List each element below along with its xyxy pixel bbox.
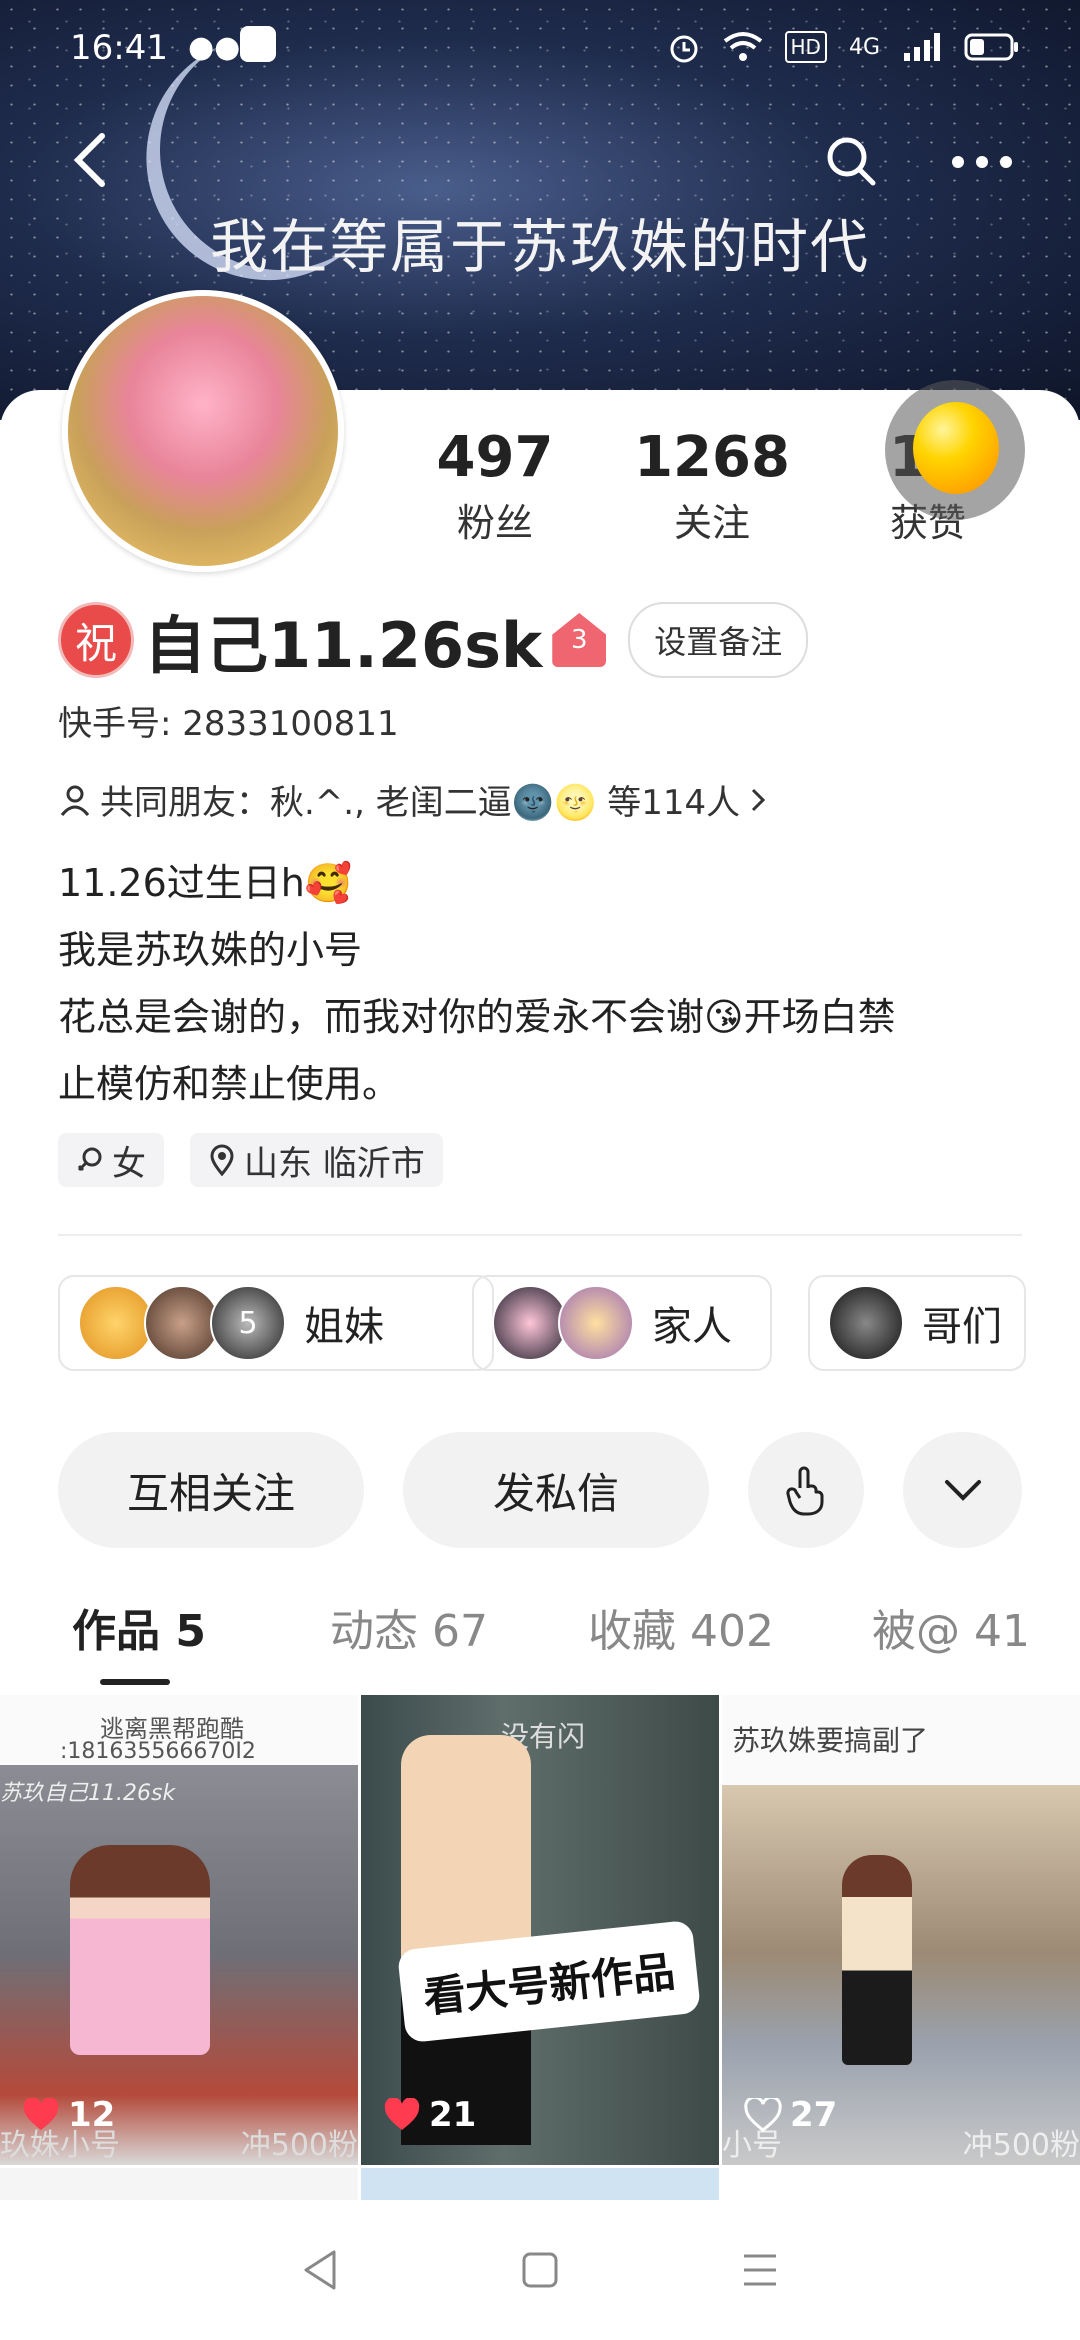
alarm-icon: [670, 35, 697, 63]
stat-followers[interactable]: 497 粉丝: [395, 425, 595, 547]
video-top-text: 苏玖姝要搞副了: [732, 1724, 929, 1757]
wechat-icon: ●●: [188, 30, 241, 65]
bio-line: 止模仿和禁止使用。: [58, 1062, 401, 1106]
stat-following[interactable]: 1268 关注: [612, 425, 812, 547]
chevron-right-icon: [752, 788, 766, 811]
bio: 11.26过生日h🥰 我是苏玖姝的小号 花总是会谢的，而我对你的爱永不会谢😘开场…: [58, 850, 1018, 1118]
group-label: 姐妹: [304, 1304, 384, 1350]
location-text: 山东 临沂市: [244, 1143, 425, 1184]
video-bottom-right: 冲500粉: [240, 2128, 358, 2163]
house-level-icon: 3: [552, 613, 607, 667]
heart-filled-icon: [23, 2098, 59, 2130]
character-figure: [70, 1845, 210, 2055]
following-label: 关注: [673, 501, 750, 545]
female-icon: [77, 1147, 102, 1172]
battery-icon: [964, 33, 1018, 61]
tab-favorites[interactable]: 收藏 402: [588, 1595, 774, 1659]
gender-tag: 女: [58, 1133, 164, 1187]
status-bar: 16:41 ●● HD 4G: [0, 0, 1080, 96]
tab-indicator: [100, 1679, 170, 1685]
group-avatar: [828, 1285, 904, 1361]
send-message-button[interactable]: 发私信: [403, 1432, 709, 1548]
video-thumbnail[interactable]: 没有闪 看大号新作品 21: [361, 1695, 719, 2165]
kuaishou-id: 快手号: 2833100811: [58, 704, 399, 744]
heart-outline-icon: [744, 2098, 782, 2132]
video-id-text: :181635566670I2: [60, 1739, 256, 1764]
group-label: 哥们: [922, 1304, 1002, 1350]
video-grid: 逃离黑帮跑酷 :181635566670I2 苏玖自己11.26sk 玖姝小号 …: [0, 1695, 1080, 2165]
bio-line: 我是苏玖姝的小号: [58, 928, 363, 972]
birthday-badge: 祝: [58, 602, 134, 678]
video-likes: 12: [22, 2095, 115, 2135]
nav-back-icon[interactable]: [300, 2248, 340, 2292]
mutual-friends-text: 共同朋友：秋.^., 老闺二逼🌚🌝 等114人: [100, 783, 741, 823]
video-likes: 27: [744, 2095, 837, 2135]
group-brothers[interactable]: 哥们: [808, 1275, 1026, 1371]
group-sisters[interactable]: 5 姐妹: [58, 1275, 494, 1371]
bio-line: 11.26过生日h🥰: [58, 861, 353, 905]
content-tabs: 作品 5 动态 67 收藏 402 被@ 41: [0, 1595, 1080, 1695]
likes-count: 27: [790, 2095, 838, 2135]
mutual-follow-button[interactable]: 互相关注: [58, 1432, 364, 1548]
poke-button[interactable]: [748, 1432, 864, 1548]
group-avatar: [558, 1285, 634, 1361]
more-icon[interactable]: [950, 152, 1014, 172]
wifi-icon: [723, 32, 762, 61]
location-tag: 山东 临沂市: [190, 1133, 443, 1187]
mutual-friends-row[interactable]: 共同朋友：秋.^., 老闺二逼🌚🌝 等114人: [58, 775, 768, 824]
heart-filled-icon: [384, 2098, 420, 2130]
group-avatar: [144, 1285, 220, 1361]
tab-works[interactable]: 作品 5: [72, 1595, 206, 1659]
nav-home-icon[interactable]: [520, 2250, 560, 2290]
tab-moments[interactable]: 动态 67: [330, 1595, 488, 1659]
back-button[interactable]: [70, 130, 110, 190]
group-label: 家人: [652, 1304, 732, 1350]
divider: [58, 1234, 1022, 1236]
tab-mentions[interactable]: 被@ 41: [872, 1595, 1030, 1659]
likes-count: 21: [429, 2095, 477, 2135]
egg-icon: [913, 402, 999, 494]
bio-line: 花总是会谢的，而我对你的爱永不会谢😘开场白禁: [58, 995, 896, 1039]
likes-count: 12: [68, 2095, 116, 2135]
group-avatar: [492, 1285, 568, 1361]
group-avatar: [78, 1285, 154, 1361]
floating-egg-button[interactable]: [885, 380, 1025, 520]
person-icon: [60, 785, 90, 816]
video-thumbnail[interactable]: 逃离黑帮跑酷 :181635566670I2 苏玖自己11.26sk 玖姝小号 …: [0, 1695, 358, 2165]
video-likes: 21: [383, 2095, 476, 2135]
chevron-down-icon: [944, 1480, 981, 1501]
cover-title: 我在等属于苏玖姝的时代: [209, 213, 870, 281]
signal-icon: [904, 33, 940, 61]
video-thumbnail[interactable]: 苏玖姝要搞副了 小号 冲500粉 27: [722, 1695, 1080, 2165]
search-icon[interactable]: [825, 135, 877, 187]
video-bottom-right: 冲500粉: [962, 2128, 1080, 2163]
nav-menu-icon[interactable]: [740, 2250, 780, 2290]
gender-text: 女: [112, 1143, 146, 1184]
app-notification-icon: [240, 26, 276, 62]
status-time: 16:41: [70, 28, 168, 68]
avatar[interactable]: [62, 290, 344, 572]
group-family[interactable]: 家人: [472, 1275, 772, 1371]
followers-label: 粉丝: [456, 501, 533, 545]
set-remark-button[interactable]: 设置备注: [628, 602, 809, 678]
group-count: 5: [210, 1285, 286, 1361]
video-mid-text: 苏玖自己11.26sk: [0, 1781, 176, 1806]
expand-button[interactable]: [903, 1432, 1022, 1548]
followers-count: 497: [436, 425, 554, 490]
user-name: 自己11.26sk: [144, 609, 543, 682]
network-type: 4G: [848, 34, 880, 60]
status-icons: HD 4G: [667, 30, 1021, 64]
following-count: 1268: [634, 425, 790, 490]
character-figure: [842, 1855, 912, 2065]
name-row: 祝 自己11.26sk 3 设置备注: [58, 600, 809, 682]
location-icon: [210, 1144, 234, 1176]
system-nav-bar: [0, 2200, 1080, 2340]
hd-icon: HD: [784, 31, 827, 63]
tap-hand-icon: [786, 1466, 824, 1516]
